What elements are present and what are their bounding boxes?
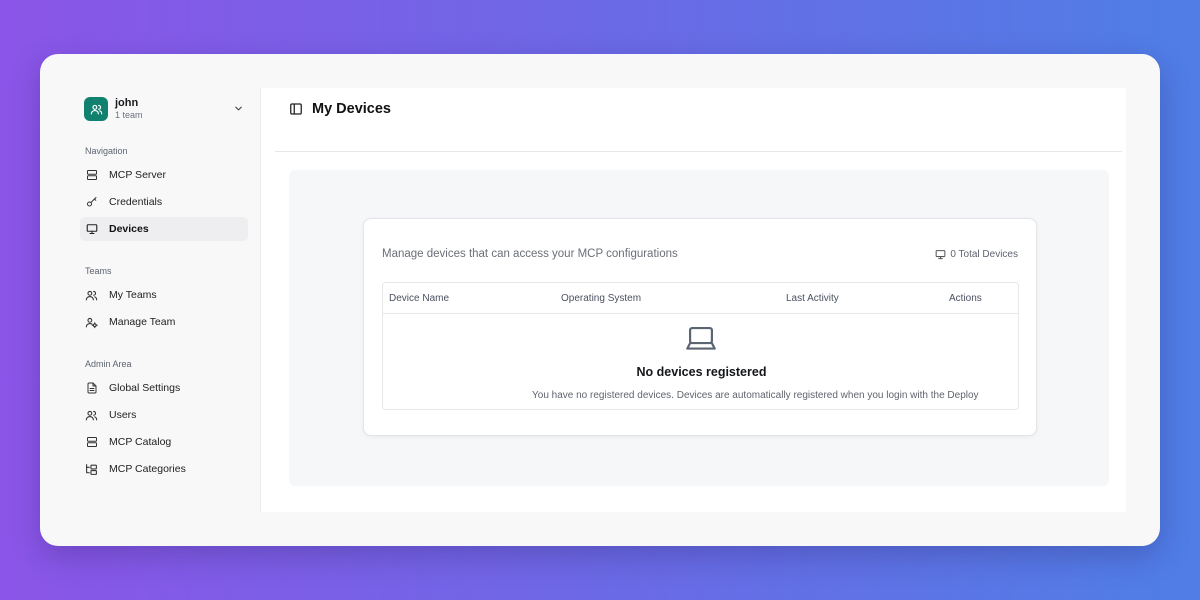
- sidebar: john 1 team Navigation MCP Server Creden…: [40, 54, 260, 546]
- section-label-admin-area: Admin Area: [85, 359, 132, 369]
- empty-state-title: No devices registered: [636, 365, 767, 379]
- column-header-operating-system: Operating System: [561, 293, 642, 304]
- sidebar-item-label: Devices: [109, 223, 149, 235]
- team-switcher[interactable]: john 1 team: [84, 96, 244, 122]
- table-header-row: Device Name Operating System Last Activi…: [383, 283, 1018, 314]
- devices-table: Device Name Operating System Last Activi…: [382, 282, 1019, 410]
- page-title: My Devices: [312, 101, 391, 117]
- monitor-icon: [936, 250, 946, 260]
- laptop-icon: [686, 327, 716, 350]
- sidebar-item-global-settings[interactable]: Global Settings: [80, 376, 248, 400]
- sidebar-item-label: MCP Catalog: [109, 436, 172, 448]
- sidebar-item-label: My Teams: [109, 289, 157, 301]
- sidebar-item-label: MCP Server: [109, 169, 166, 181]
- section-label-teams: Teams: [85, 266, 112, 276]
- section-label-navigation: Navigation: [85, 146, 128, 156]
- app-window: john 1 team Navigation MCP Server Creden…: [40, 54, 1160, 546]
- empty-state-description: You have no registered devices. Devices …: [532, 390, 979, 401]
- content-area: Manage devices that can access your MCP …: [289, 170, 1109, 486]
- sidebar-item-users[interactable]: Users: [80, 403, 248, 427]
- server-icon: [86, 170, 97, 180]
- monitor-icon: [86, 224, 97, 235]
- sidebar-item-devices[interactable]: Devices: [80, 217, 248, 241]
- sidebar-item-mcp-server[interactable]: MCP Server: [80, 163, 248, 187]
- chevron-down-icon: [235, 106, 242, 111]
- column-header-actions: Actions: [949, 293, 982, 304]
- card-description: Manage devices that can access your MCP …: [382, 248, 678, 260]
- column-header-last-activity: Last Activity: [786, 293, 839, 304]
- sidebar-item-label: Global Settings: [109, 382, 181, 394]
- team-avatar: [84, 97, 108, 121]
- sidebar-item-manage-team[interactable]: Manage Team: [80, 310, 248, 334]
- main-panel: My Devices Manage devices that can acces…: [260, 88, 1126, 512]
- sidebar-item-my-teams[interactable]: My Teams: [80, 283, 248, 307]
- users-icon: [90, 104, 102, 114]
- user-cog-icon: [85, 317, 98, 328]
- sidebar-toggle-icon[interactable]: [289, 102, 303, 116]
- sidebar-item-credentials[interactable]: Credentials: [80, 190, 248, 214]
- sidebar-item-label: Credentials: [109, 196, 163, 208]
- users-icon: [85, 290, 98, 300]
- key-icon: [86, 197, 96, 207]
- sidebar-item-label: Users: [109, 409, 137, 421]
- team-name: john: [115, 97, 139, 109]
- sidebar-item-mcp-catalog[interactable]: MCP Catalog: [80, 430, 248, 454]
- total-devices-count: 0 Total Devices: [950, 249, 1018, 260]
- users-icon: [85, 410, 98, 420]
- server-icon: [86, 437, 97, 447]
- column-header-device-name: Device Name: [389, 293, 450, 304]
- team-count: 1 team: [115, 110, 143, 120]
- header-divider: [275, 151, 1122, 152]
- sidebar-item-label: Manage Team: [109, 316, 176, 328]
- folder-tree-icon: [86, 463, 97, 475]
- devices-card: Manage devices that can access your MCP …: [363, 218, 1037, 436]
- sidebar-item-mcp-categories[interactable]: MCP Categories: [80, 457, 248, 481]
- total-devices-badge: 0 Total Devices: [935, 249, 1018, 260]
- sidebar-item-label: MCP Categories: [109, 463, 186, 475]
- file-text-icon: [87, 382, 96, 394]
